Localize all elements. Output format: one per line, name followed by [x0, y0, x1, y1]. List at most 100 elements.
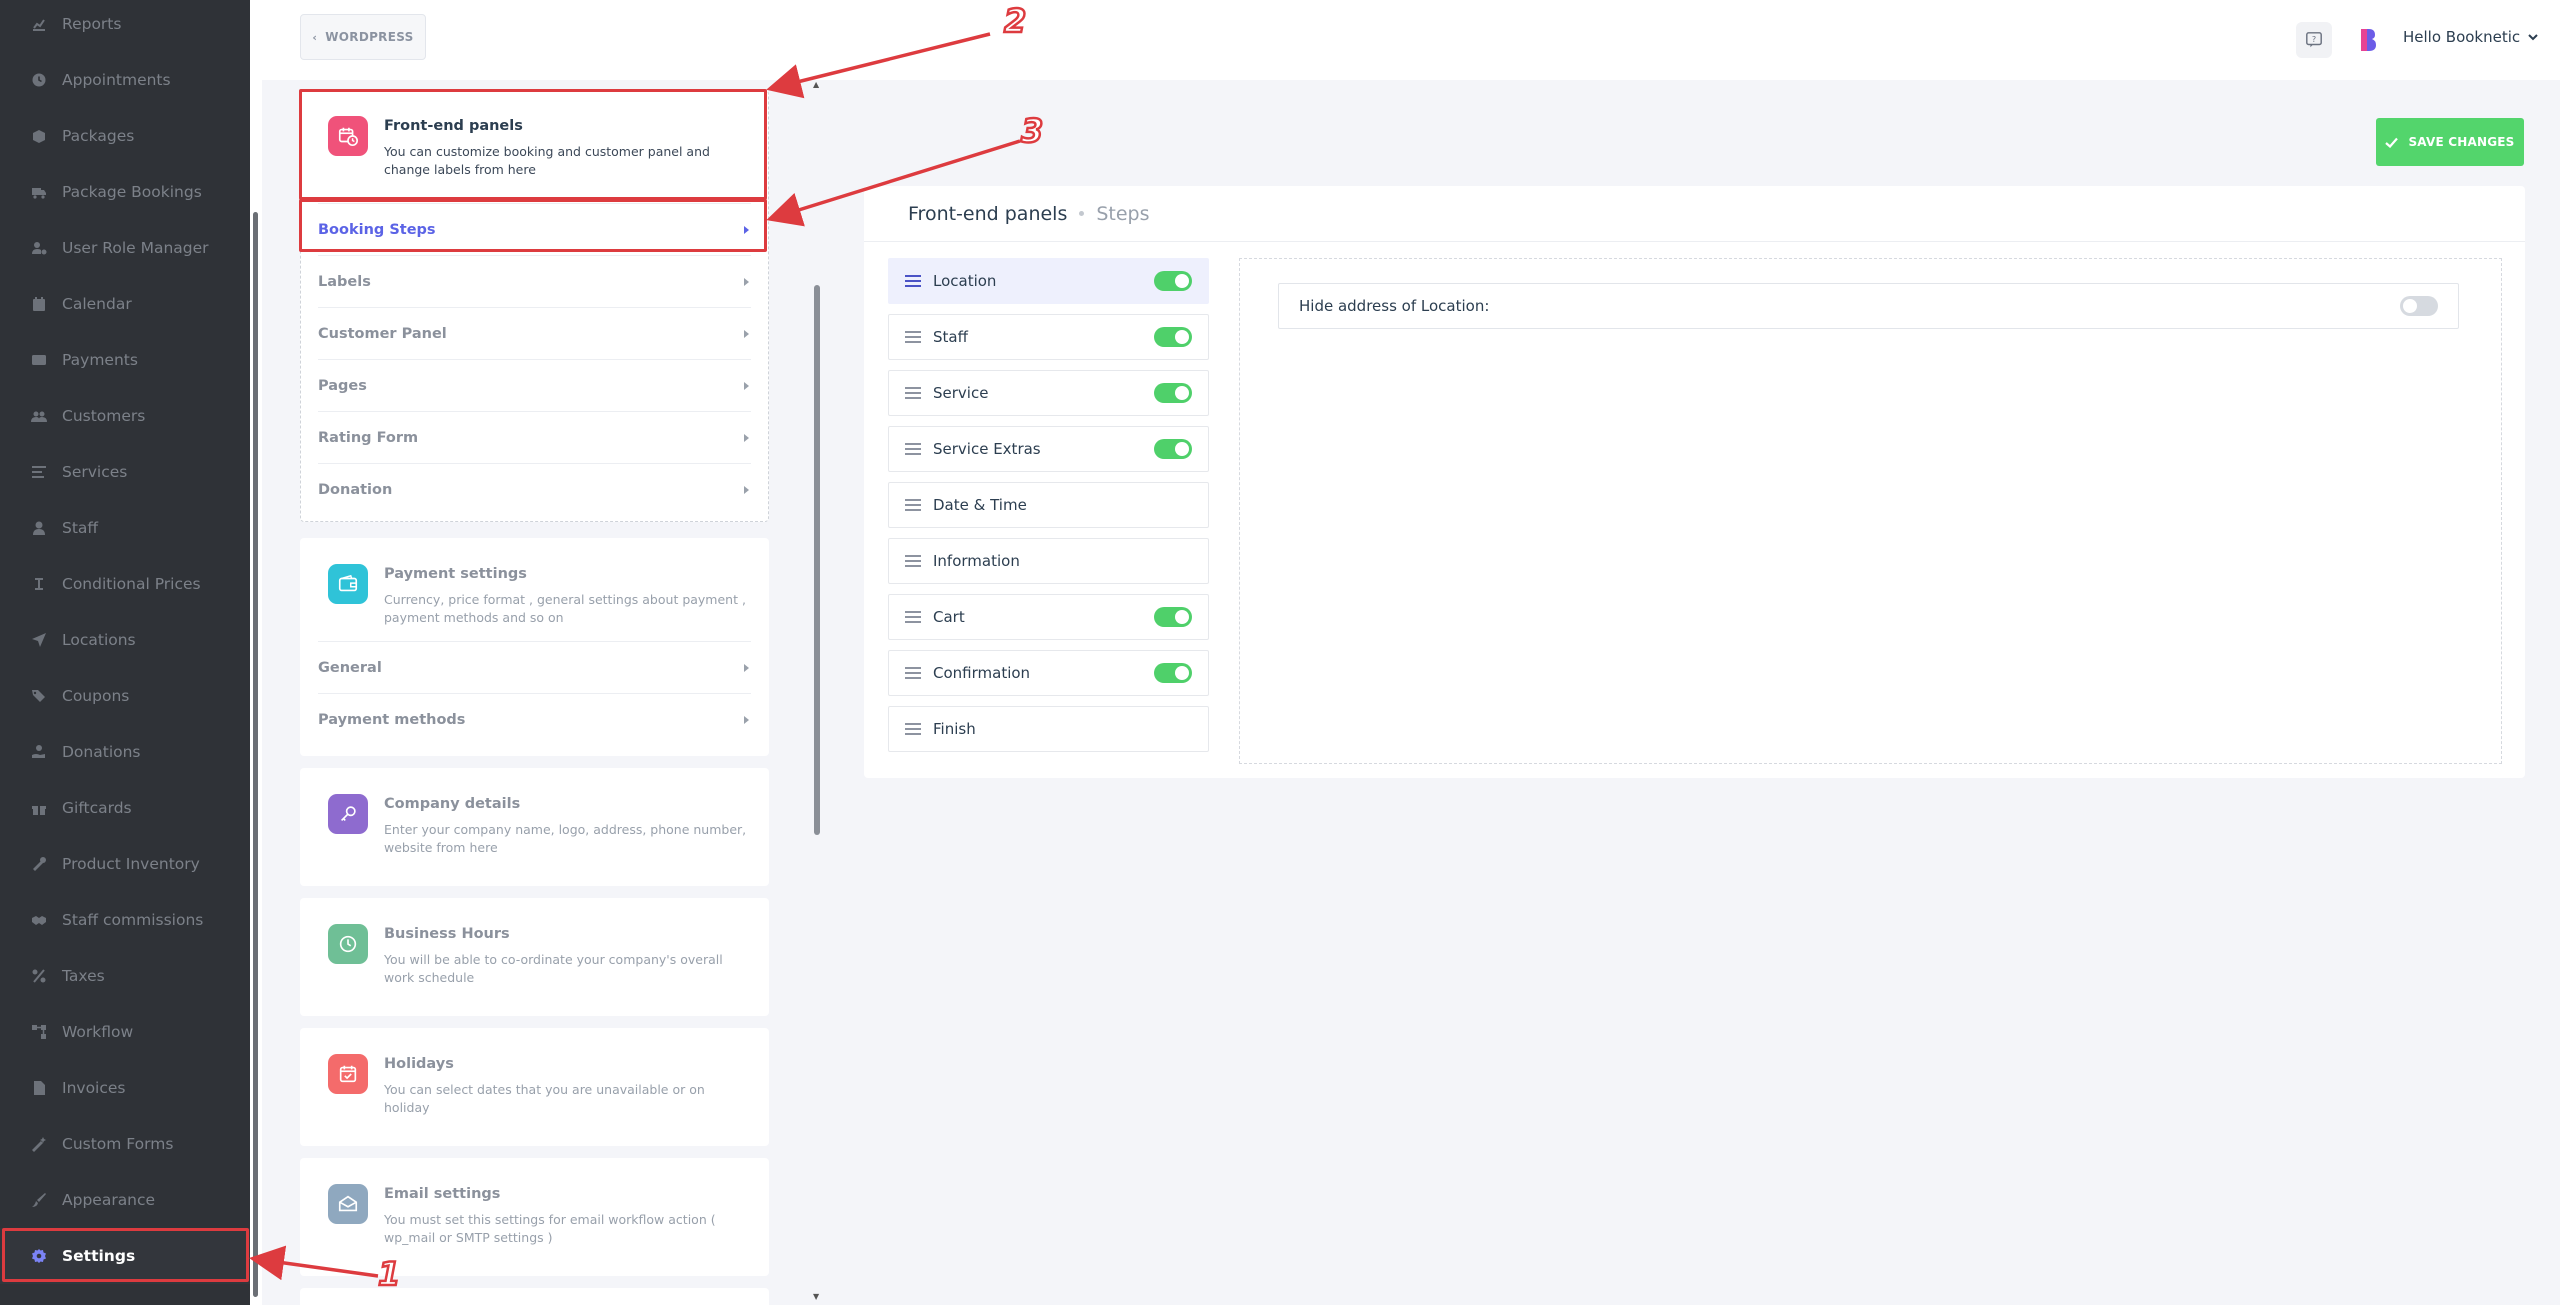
drag-handle-icon[interactable] — [905, 275, 921, 287]
card-business-hours[interactable]: Business Hours You will be able to co-or… — [300, 898, 769, 1016]
holidays-desc: You can select dates that you are unavai… — [384, 1082, 705, 1115]
sidebar-item-label: Invoices — [62, 1079, 126, 1097]
step-staff[interactable]: Staff — [888, 314, 1209, 360]
sidebar-item-staff[interactable]: Staff — [0, 500, 250, 556]
step-toggle[interactable] — [1154, 607, 1192, 627]
sub-item-pages[interactable]: Pages — [318, 359, 751, 411]
step-confirmation[interactable]: Confirmation — [888, 650, 1209, 696]
card-company-details[interactable]: Company details Enter your company name,… — [300, 768, 769, 886]
sidebar-item-donations[interactable]: Donations — [0, 724, 250, 780]
sub-item-general[interactable]: General — [318, 641, 751, 693]
file-icon — [30, 1079, 48, 1097]
sidebar-item-staff-commissions[interactable]: Staff commissions — [0, 892, 250, 948]
sidebar-item-taxes[interactable]: Taxes — [0, 948, 250, 1004]
tags-icon — [30, 687, 48, 705]
sidebar-item-conditional-prices[interactable]: Conditional Prices — [0, 556, 250, 612]
drag-handle-icon[interactable] — [905, 499, 921, 511]
sidebar-item-locations[interactable]: Locations — [0, 612, 250, 668]
drag-handle-icon[interactable] — [905, 723, 921, 735]
sidebar-item-giftcards[interactable]: Giftcards — [0, 780, 250, 836]
step-label: Cart — [933, 608, 965, 626]
sidebar-item-appearance[interactable]: Appearance — [0, 1172, 250, 1228]
user-menu[interactable]: Hello Booknetic — [2403, 28, 2538, 46]
drag-handle-icon[interactable] — [905, 667, 921, 679]
step-options-area — [1239, 258, 2502, 764]
step-date-time[interactable]: Date & Time — [888, 482, 1209, 528]
sidebar-item-label: Reports — [62, 15, 122, 33]
scroll-down-arrow-icon[interactable]: ▼ — [813, 1292, 819, 1301]
sidebar-item-package-bookings[interactable]: Package Bookings — [0, 164, 250, 220]
settings-scrollbar[interactable]: ▲ ▼ — [810, 80, 824, 1305]
caret-right-icon — [744, 485, 749, 494]
drag-handle-icon[interactable] — [905, 387, 921, 399]
sidebar-item-workflow[interactable]: Workflow — [0, 1004, 250, 1060]
sidebar-item-label: Appointments — [62, 71, 171, 89]
card-holidays[interactable]: Holidays You can select dates that you a… — [300, 1028, 769, 1146]
step-label: Confirmation — [933, 664, 1031, 682]
sub-item-customer-panel[interactable]: Customer Panel — [318, 307, 751, 359]
sub-item-rating-form[interactable]: Rating Form — [318, 411, 751, 463]
step-toggle[interactable] — [1154, 383, 1192, 403]
chat-question-icon: ? — [2306, 32, 2322, 48]
scroll-up-arrow-icon[interactable]: ▲ — [813, 80, 819, 89]
sidebar-scrollbar[interactable] — [250, 0, 262, 1305]
truck-icon — [30, 183, 48, 201]
panel-subtitle: Steps — [1096, 202, 1150, 225]
step-finish[interactable]: Finish — [888, 706, 1209, 752]
step-toggle[interactable] — [1154, 271, 1192, 291]
step-service-extras[interactable]: Service Extras — [888, 426, 1209, 472]
step-service[interactable]: Service — [888, 370, 1209, 416]
save-changes-button[interactable]: SAVE CHANGES — [2376, 118, 2524, 166]
sidebar-item-label: User Role Manager — [62, 239, 209, 257]
key-icon — [340, 806, 356, 822]
sidebar-item-custom-forms[interactable]: Custom Forms — [0, 1116, 250, 1172]
sidebar-item-product-inventory[interactable]: Product Inventory — [0, 836, 250, 892]
magic-icon — [30, 1135, 48, 1153]
sidebar-item-calendar[interactable]: Calendar — [0, 276, 250, 332]
sidebar-item-user-role-manager[interactable]: User Role Manager — [0, 220, 250, 276]
caret-right-icon — [744, 663, 749, 672]
sidebar-scroll-thumb[interactable] — [253, 212, 258, 1297]
step-location[interactable]: Location — [888, 258, 1209, 304]
sidebar-item-settings[interactable]: Settings — [0, 1228, 250, 1284]
sub-item-label: Labels — [318, 273, 371, 290]
step-toggle[interactable] — [1154, 327, 1192, 347]
drag-handle-icon[interactable] — [905, 331, 921, 343]
hide-address-toggle[interactable] — [2400, 296, 2438, 316]
sub-item-label: General — [318, 659, 382, 676]
sidebar-item-invoices[interactable]: Invoices — [0, 1060, 250, 1116]
holidays-icon-bg — [328, 1054, 368, 1094]
step-cart[interactable]: Cart — [888, 594, 1209, 640]
card-next[interactable] — [300, 1288, 769, 1305]
sidebar-item-services[interactable]: Services — [0, 444, 250, 500]
sub-item-label: Donation — [318, 481, 393, 498]
step-toggle[interactable] — [1154, 439, 1192, 459]
box-icon — [30, 127, 48, 145]
sidebar-item-packages[interactable]: Packages — [0, 108, 250, 164]
help-button[interactable]: ? — [2296, 22, 2332, 58]
caret-right-icon — [744, 433, 749, 442]
frontend-panels-header[interactable]: Front-end panels You can customize booki… — [300, 90, 769, 179]
card-email-settings[interactable]: Email settings You must set this setting… — [300, 1158, 769, 1276]
drag-handle-icon[interactable] — [905, 443, 921, 455]
sidebar-item-customers[interactable]: Customers — [0, 388, 250, 444]
sidebar-item-label: Settings — [62, 1247, 136, 1265]
sidebar-item-coupons[interactable]: Coupons — [0, 668, 250, 724]
sub-item-donation[interactable]: Donation — [318, 463, 751, 515]
sidebar-item-reports[interactable]: Reports — [0, 0, 250, 52]
sidebar-item-payments[interactable]: Payments — [0, 332, 250, 388]
drag-handle-icon[interactable] — [905, 611, 921, 623]
company-details-icon-bg — [328, 794, 368, 834]
sidebar-item-label: Custom Forms — [62, 1135, 174, 1153]
settings-scroll-thumb[interactable] — [814, 285, 820, 835]
sub-item-payment-methods[interactable]: Payment methods — [318, 693, 751, 745]
step-toggle[interactable] — [1154, 663, 1192, 683]
wordpress-back-button[interactable]: ‹ WORDPRESS — [300, 14, 426, 60]
step-information[interactable]: Information — [888, 538, 1209, 584]
sub-item-booking-steps[interactable]: Booking Steps — [318, 203, 751, 255]
sidebar-item-appointments[interactable]: Appointments — [0, 52, 250, 108]
drag-handle-icon[interactable] — [905, 555, 921, 567]
list-icon — [30, 463, 48, 481]
payment-settings-header[interactable]: Payment settings Currency, price format … — [300, 538, 769, 627]
sub-item-labels[interactable]: Labels — [318, 255, 751, 307]
